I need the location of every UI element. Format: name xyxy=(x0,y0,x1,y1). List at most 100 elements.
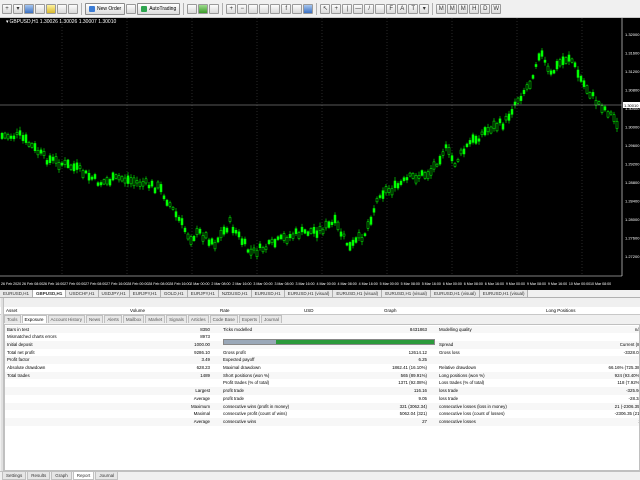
subtab-news[interactable]: News xyxy=(86,315,104,323)
candle-body xyxy=(57,162,61,170)
arrows-icon[interactable]: ▾ xyxy=(419,3,430,14)
navigator-icon[interactable] xyxy=(46,3,56,14)
price-chart[interactable]: 1.32000 1.31600 1.31200 1.30800 1.30400 1.300… xyxy=(0,18,640,290)
candle-body xyxy=(522,89,526,94)
chart-tab[interactable]: EURUSD,H1 (visual) xyxy=(430,290,480,297)
horizontal-line-icon[interactable]: — xyxy=(353,3,364,14)
crosshair-icon[interactable]: + xyxy=(331,3,342,14)
chart-tab[interactable]: EURJPY,H1 xyxy=(187,290,219,297)
candle-body xyxy=(513,101,517,106)
terminal-icon[interactable] xyxy=(57,3,67,14)
zoom-out-icon[interactable]: − xyxy=(237,3,248,14)
candle-body xyxy=(90,176,94,180)
candle-body xyxy=(75,162,79,170)
trendline-icon[interactable]: / xyxy=(364,3,375,14)
subtab-tools[interactable]: Tools xyxy=(4,315,21,323)
autoscroll-icon[interactable] xyxy=(270,3,281,14)
text-icon[interactable]: A xyxy=(397,3,408,14)
w1-period-icon[interactable]: W xyxy=(491,3,502,14)
modelling-quality-bar xyxy=(223,339,435,345)
line-chart-icon[interactable] xyxy=(209,3,220,14)
m5-period-icon[interactable]: M xyxy=(447,3,458,14)
market-watch-icon[interactable] xyxy=(24,3,34,14)
candle-body xyxy=(150,180,154,187)
data-window-icon[interactable] xyxy=(35,3,45,14)
chart-tab[interactable]: EURJPY,H1 xyxy=(129,290,161,297)
column-graph[interactable]: Graph xyxy=(384,307,397,315)
column-volume[interactable]: Volume xyxy=(130,307,145,315)
subtab-alerts[interactable]: Alerts xyxy=(104,315,122,323)
tile-windows-icon[interactable] xyxy=(248,3,259,14)
tab-journal[interactable]: Journal xyxy=(95,472,119,480)
h1-period-icon[interactable]: H xyxy=(469,3,480,14)
tab-report[interactable]: Report xyxy=(72,472,95,480)
time-tick-label: 5 Mar 16:00 xyxy=(422,282,441,286)
chart-tab[interactable]: GOLD,H1 xyxy=(160,290,188,297)
subtab-articles[interactable]: Articles xyxy=(187,315,209,323)
chart-tab[interactable]: EURUSD,H1 xyxy=(0,290,34,297)
candle-body xyxy=(477,138,481,142)
candle-body xyxy=(597,101,601,105)
price-tick-label: 1.29600 xyxy=(625,143,640,148)
vertical-line-icon[interactable]: | xyxy=(342,3,353,14)
subtab-code-base[interactable]: Code Base xyxy=(209,315,238,323)
autotrading-icon xyxy=(141,5,148,12)
subtab-exposure[interactable]: Exposure xyxy=(21,315,47,323)
chart-tab[interactable]: EURUSD,H1 xyxy=(251,290,285,297)
tab-results[interactable]: Results xyxy=(27,472,51,480)
terminal-side-handle[interactable] xyxy=(1,298,4,471)
cursor-icon[interactable]: ↖ xyxy=(320,3,331,14)
chart-tab[interactable]: USDCHF,H1 xyxy=(66,290,99,297)
candle-body xyxy=(135,180,139,184)
label-icon[interactable]: T xyxy=(408,3,419,14)
chart-tab[interactable]: USDJPY,H1 xyxy=(98,290,130,297)
new-chart-icon[interactable]: + xyxy=(2,3,12,14)
bar-chart-icon[interactable] xyxy=(187,3,198,14)
time-tick-label: 26 Feb 2020 xyxy=(1,282,21,286)
new-order-button[interactable]: New Order xyxy=(85,2,126,15)
strategy-tester-icon[interactable] xyxy=(68,3,78,14)
column-usd[interactable]: USD xyxy=(304,307,314,315)
subtab-signals[interactable]: Signals xyxy=(166,315,187,323)
tester-report: Bars in test 8350 Ticks modelled 8431863 Mod… xyxy=(4,324,640,471)
column-long-positions[interactable]: Long Positions xyxy=(546,307,576,315)
subtab-market[interactable]: Market xyxy=(145,315,166,323)
time-tick-label: 6 Mar 08:00 xyxy=(464,282,483,286)
fibonacci-icon[interactable]: F xyxy=(386,3,397,14)
subtab-mailbox[interactable]: Mailbox xyxy=(122,315,145,323)
profiles-icon[interactable]: ▾ xyxy=(13,3,23,14)
d1-period-icon[interactable]: D xyxy=(480,3,491,14)
chart-tab[interactable]: GBPUSD,H1 xyxy=(33,290,67,297)
price-tick-label: 1.31600 xyxy=(625,51,640,56)
candle-body xyxy=(177,216,181,221)
subtab-journal[interactable]: Journal xyxy=(261,315,282,323)
autotrading-button[interactable]: AutoTrading xyxy=(137,2,181,15)
chart-tab[interactable]: EURUSD,H1 (visual) xyxy=(479,290,529,297)
periods-icon[interactable] xyxy=(292,3,303,14)
report-value: 1000.00 xyxy=(194,341,210,347)
candlesticks-icon[interactable] xyxy=(198,3,209,14)
chart-tab[interactable]: EURUSD,H1 (visual) xyxy=(333,290,383,297)
tab-graph[interactable]: Graph xyxy=(51,472,72,480)
candle-body xyxy=(111,172,115,181)
column-asset[interactable]: Asset xyxy=(6,307,17,315)
chart-tab[interactable]: NZDUSD,H1 xyxy=(218,290,252,297)
indicators-icon[interactable]: f xyxy=(281,3,292,14)
candle-body xyxy=(396,183,400,189)
column-rate[interactable]: Rate xyxy=(220,307,230,315)
m1-period-icon[interactable]: M xyxy=(436,3,447,14)
chart-shift-icon[interactable] xyxy=(259,3,270,14)
tab-settings[interactable]: Settings xyxy=(2,472,27,480)
metaeditor-icon[interactable] xyxy=(126,3,137,14)
channel-icon[interactable] xyxy=(375,3,386,14)
candle-body xyxy=(399,180,403,185)
subtab-account-history[interactable]: Account History xyxy=(47,315,86,323)
chart-tab[interactable]: EURUSD,H1 (visual) xyxy=(284,290,334,297)
chart-tab[interactable]: EURUSD,H1 (visual) xyxy=(382,290,431,297)
templates-icon[interactable] xyxy=(303,3,314,14)
report-row: Maximal consecutive profit (count of wins… xyxy=(5,410,639,418)
subtab-experts[interactable]: Experts xyxy=(238,315,261,323)
m15-period-icon[interactable]: M xyxy=(458,3,469,14)
price-tick-label: 1.30800 xyxy=(625,88,640,93)
zoom-in-icon[interactable]: + xyxy=(226,3,237,14)
